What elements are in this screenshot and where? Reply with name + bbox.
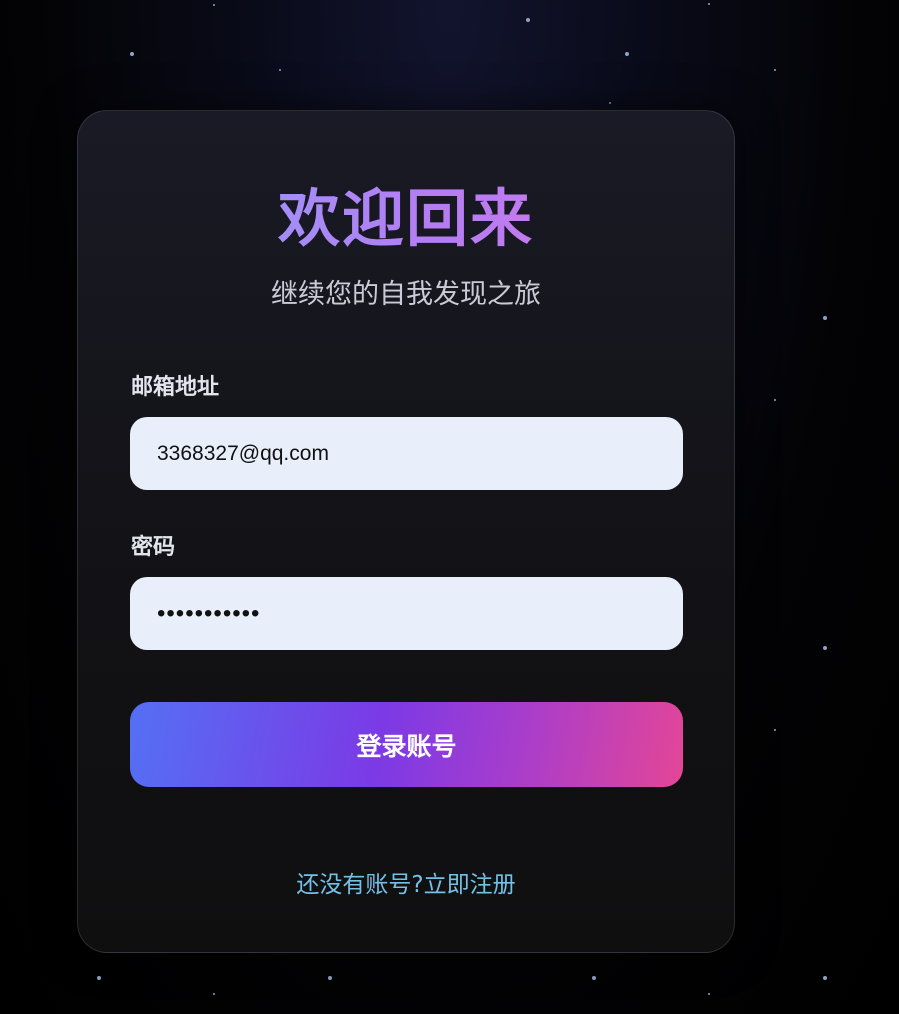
page-subtitle: 继续您的自我发现之旅 xyxy=(271,279,541,310)
star xyxy=(774,69,776,71)
star xyxy=(213,4,215,6)
star xyxy=(708,3,710,5)
login-card: 欢迎回来 继续您的自我发现之旅 邮箱地址 密码 登录账号 还没有账号?立即注册 xyxy=(77,110,735,953)
star xyxy=(328,976,332,980)
star xyxy=(279,69,281,71)
star xyxy=(213,993,215,995)
star xyxy=(823,646,827,650)
signup-prompt: 还没有账号?立即注册 xyxy=(78,870,734,900)
star xyxy=(774,399,776,401)
signup-link[interactable]: 立即注册 xyxy=(424,872,516,898)
star xyxy=(526,18,530,22)
star xyxy=(97,976,101,980)
star xyxy=(823,976,827,980)
email-label: 邮箱地址 xyxy=(131,375,220,400)
signup-prompt-text: 还没有账号? xyxy=(296,872,424,898)
star xyxy=(823,316,827,320)
page-title: 欢迎回来 xyxy=(78,181,734,257)
email-field[interactable] xyxy=(130,417,683,490)
star xyxy=(774,729,776,731)
star xyxy=(592,976,596,980)
star xyxy=(708,993,710,995)
login-button[interactable]: 登录账号 xyxy=(130,702,683,787)
password-label: 密码 xyxy=(131,535,176,560)
star xyxy=(130,52,134,56)
star xyxy=(609,102,611,104)
star xyxy=(625,52,629,56)
password-field[interactable] xyxy=(130,577,683,650)
